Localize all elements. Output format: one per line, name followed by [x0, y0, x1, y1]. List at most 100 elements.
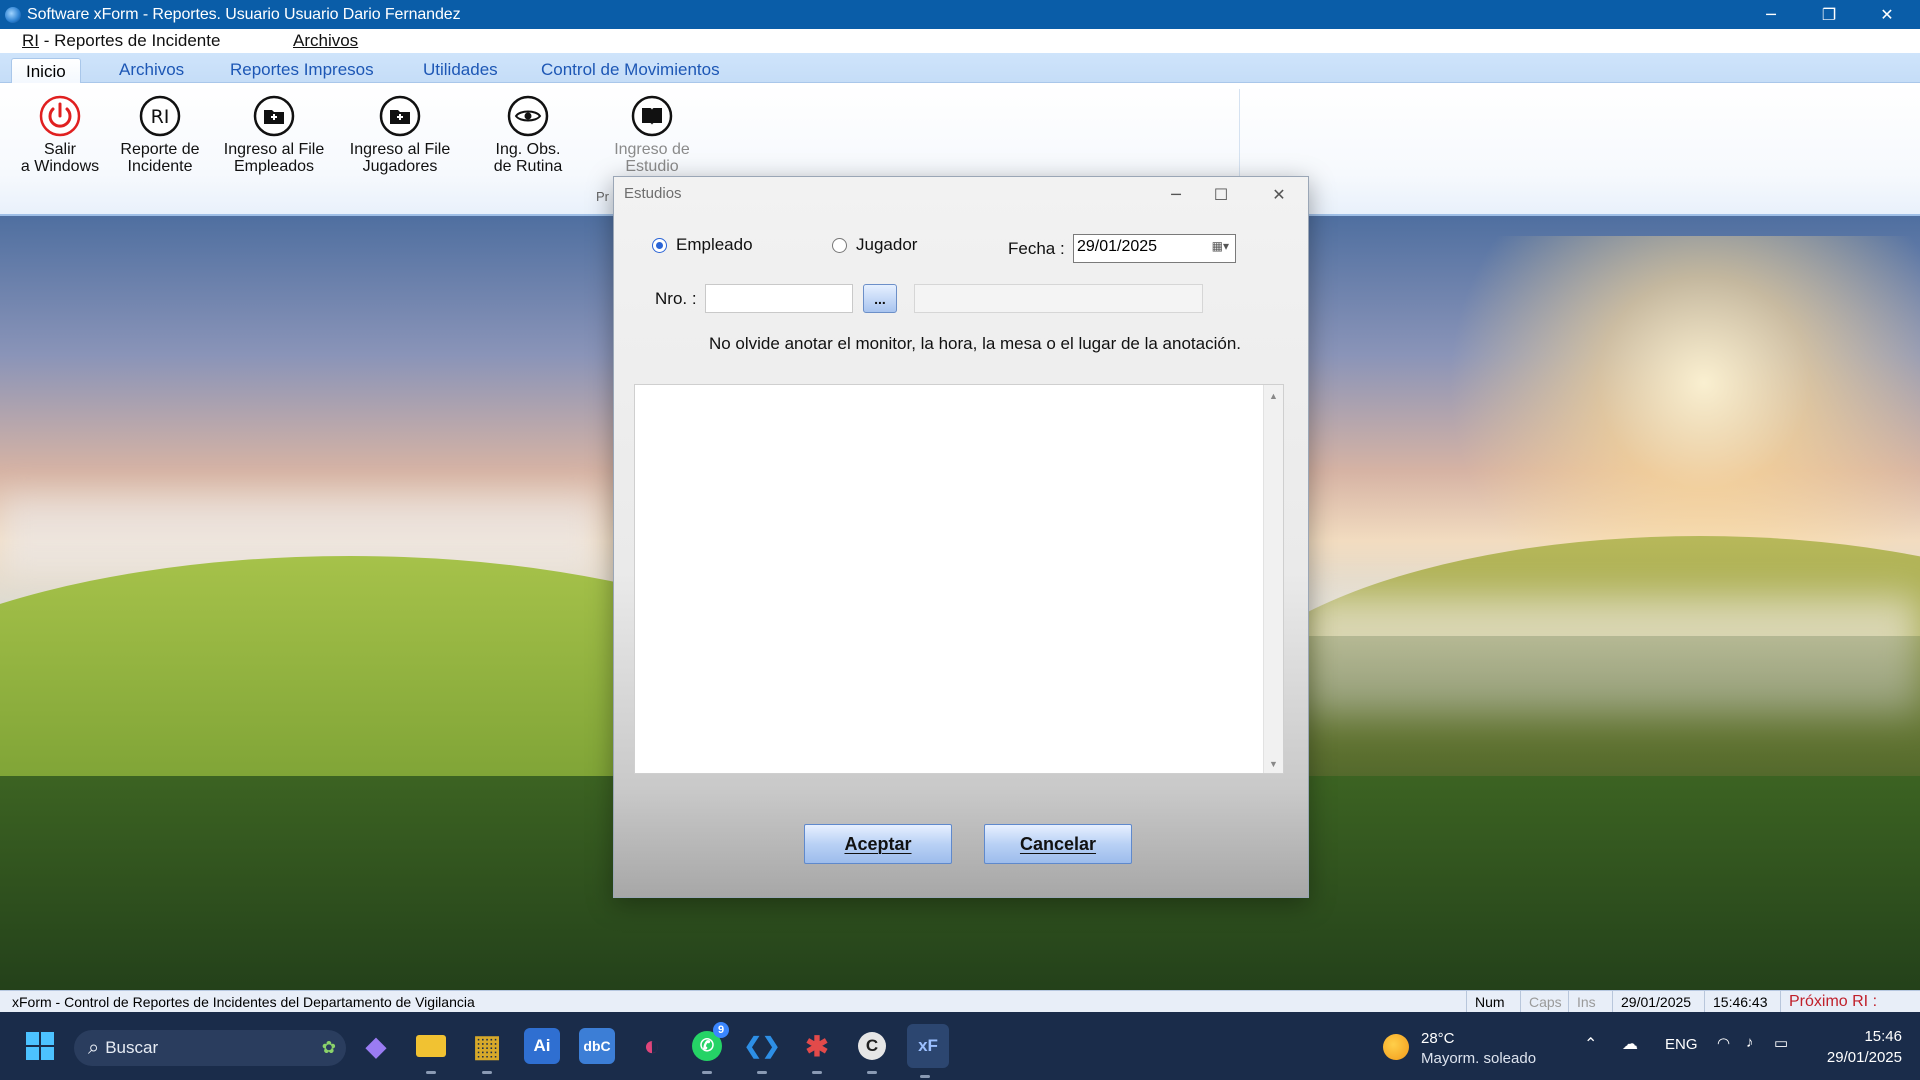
dbc-app-icon[interactable]: dbC — [579, 1028, 615, 1064]
dialog-title: Estudios — [624, 185, 682, 202]
tab-archivos[interactable]: Archivos — [119, 60, 184, 80]
radio-label: Jugador — [856, 235, 918, 254]
battery-icon[interactable]: ▭ — [1774, 1034, 1788, 1052]
button-label-line1: Reporte de — [120, 141, 200, 158]
menu-item-archivos[interactable]: Archivos — [293, 31, 358, 51]
xform-app-icon[interactable]: xF — [907, 1024, 949, 1078]
vscode-icon[interactable]: ❮❯ — [744, 1028, 780, 1074]
reporte-incidente-button[interactable]: RI Reporte de Incidente — [110, 95, 210, 175]
menu-label: - Reportes de Incidente — [39, 31, 221, 50]
title-bar: Software xForm - Reportes. Usuario Usuar… — [0, 0, 1920, 29]
dialog-minimize-button[interactable]: ─ — [1153, 179, 1199, 209]
volume-icon[interactable]: ♪ — [1746, 1034, 1754, 1051]
proximo-ri-label: Próximo RI : — [1780, 991, 1920, 1013]
dialog-maximize-button[interactable]: ☐ — [1198, 179, 1244, 209]
ai-app-icon[interactable]: Ai — [524, 1028, 560, 1064]
scroll-up-icon[interactable]: ▲ — [1269, 391, 1278, 401]
menu-accelerator: RI — [22, 31, 39, 50]
tab-utilidades[interactable]: Utilidades — [423, 60, 498, 80]
button-label-line1: Ingreso al File — [223, 141, 325, 158]
status-date: 29/01/2025 — [1612, 991, 1704, 1013]
ingreso-file-jugadores-button[interactable]: Ingreso al File Jugadores — [340, 95, 460, 175]
notification-badge: 9 — [713, 1022, 729, 1038]
svg-text:RI: RI — [151, 106, 170, 128]
dialog-close-button[interactable]: ✕ — [1256, 179, 1302, 209]
nro-input[interactable] — [705, 284, 853, 313]
arc-app-icon[interactable]: ◐ — [634, 1028, 670, 1064]
file-explorer-icon[interactable] — [413, 1028, 449, 1074]
ribbon-group-label: Pr — [596, 189, 609, 204]
vertical-scrollbar[interactable]: ▲ ▼ — [1263, 385, 1283, 773]
button-label-line2: Jugadores — [362, 158, 438, 175]
app-icon — [5, 6, 21, 23]
app-grid-icon[interactable]: ▦ — [469, 1028, 505, 1074]
search-placeholder: Buscar — [105, 1038, 159, 1057]
button-label-line1: Salir — [43, 141, 76, 158]
taskbar: ⌕ Buscar ✿ ◆ ▦ Ai dbC ◐ ✆ 9 ❮❯ ✱ C xF 28… — [0, 1012, 1920, 1080]
minimize-button[interactable]: ─ — [1742, 0, 1800, 29]
start-button[interactable] — [22, 1028, 58, 1064]
hint-text: No olvide anotar el monitor, la hora, la… — [708, 334, 1242, 353]
clock-time[interactable]: 15:46 — [1812, 1028, 1902, 1045]
notes-textarea[interactable]: ▲ ▼ — [634, 384, 1284, 774]
browse-button[interactable]: ... — [863, 284, 897, 313]
fecha-value: 29/01/2025 — [1077, 238, 1158, 255]
button-label-line2: Incidente — [127, 158, 193, 175]
tab-control-movimientos[interactable]: Control de Movimientos — [541, 60, 720, 80]
ingreso-estudio-button[interactable]: Ingreso de Estudio — [600, 95, 704, 175]
clock-date[interactable]: 29/01/2025 — [1812, 1049, 1902, 1066]
restore-button[interactable]: ❐ — [1800, 0, 1858, 29]
onedrive-icon[interactable]: ☁ — [1622, 1034, 1638, 1054]
scroll-down-icon[interactable]: ▼ — [1269, 759, 1278, 769]
close-button[interactable]: ✕ — [1858, 0, 1916, 29]
language-indicator[interactable]: ENG — [1665, 1036, 1698, 1053]
calendar-dropdown-icon[interactable]: ▦▾ — [1212, 239, 1229, 253]
menu-label: Archivos — [293, 31, 359, 50]
windows-icon — [26, 1032, 54, 1060]
button-label-line2: a Windows — [20, 158, 100, 175]
num-indicator: Num — [1466, 991, 1520, 1013]
window-title: Software xForm - Reportes. Usuario Usuar… — [27, 5, 461, 23]
star-app-icon[interactable]: ✱ — [799, 1028, 835, 1074]
ins-indicator: Ins — [1568, 991, 1606, 1013]
caps-indicator: Caps — [1520, 991, 1568, 1013]
weather-temp: 28°C — [1421, 1030, 1455, 1047]
show-hidden-icons-chevron-icon[interactable]: ⌃ — [1584, 1034, 1597, 1054]
button-label-line1: Ingreso al File — [349, 141, 451, 158]
button-label-line1: Ing. Obs. — [495, 141, 561, 158]
estudios-dialog: Estudios ─ ☐ ✕ Empleado Jugador Fecha : … — [613, 176, 1309, 898]
wifi-icon[interactable]: ◠ — [1717, 1034, 1730, 1052]
radio-indicator — [832, 237, 847, 253]
copilot-icon[interactable]: ◆ — [358, 1028, 394, 1064]
taskbar-search-box[interactable]: ⌕ Buscar ✿ — [74, 1030, 346, 1066]
ri-icon: RI — [139, 95, 181, 137]
radio-label: Empleado — [676, 235, 753, 254]
search-icon: ⌕ — [88, 1036, 100, 1059]
status-time: 15:46:43 — [1704, 991, 1780, 1013]
ing-obs-rutina-button[interactable]: Ing. Obs. de Rutina — [476, 95, 580, 175]
radio-selected-indicator — [652, 237, 667, 253]
eye-icon — [507, 95, 549, 137]
radio-jugador[interactable]: Jugador — [832, 235, 917, 255]
aceptar-button[interactable]: Aceptar — [804, 824, 952, 864]
book-icon — [631, 95, 673, 137]
fecha-date-picker[interactable]: 29/01/2025 ▦▾ — [1073, 234, 1236, 263]
folder-icon — [253, 95, 295, 137]
c-app-icon[interactable]: C — [854, 1028, 890, 1074]
nro-label: Nro. : — [655, 289, 697, 308]
radio-empleado[interactable]: Empleado — [652, 235, 753, 255]
status-bar: xForm - Control de Reportes de Incidente… — [0, 990, 1920, 1013]
button-label-line2: de Rutina — [493, 158, 563, 175]
search-highlight-icon: ✿ — [321, 1038, 336, 1057]
status-text: xForm - Control de Reportes de Incidente… — [12, 994, 475, 1010]
tab-inicio[interactable]: Inicio — [11, 58, 81, 84]
salir-windows-button[interactable]: Salir a Windows — [10, 95, 110, 175]
menu-item-reportes-incidente[interactable]: RI - Reportes de Incidente — [22, 31, 220, 51]
whatsapp-icon[interactable]: ✆ 9 — [689, 1022, 729, 1074]
weather-icon — [1383, 1034, 1409, 1060]
ingreso-file-empleados-button[interactable]: Ingreso al File Empleados — [214, 95, 334, 175]
tab-reportes-impresos[interactable]: Reportes Impresos — [230, 60, 374, 80]
cancelar-button[interactable]: Cancelar — [984, 824, 1132, 864]
button-label-line2: Empleados — [233, 158, 315, 175]
weather-desc: Mayorm. soleado — [1421, 1050, 1537, 1067]
